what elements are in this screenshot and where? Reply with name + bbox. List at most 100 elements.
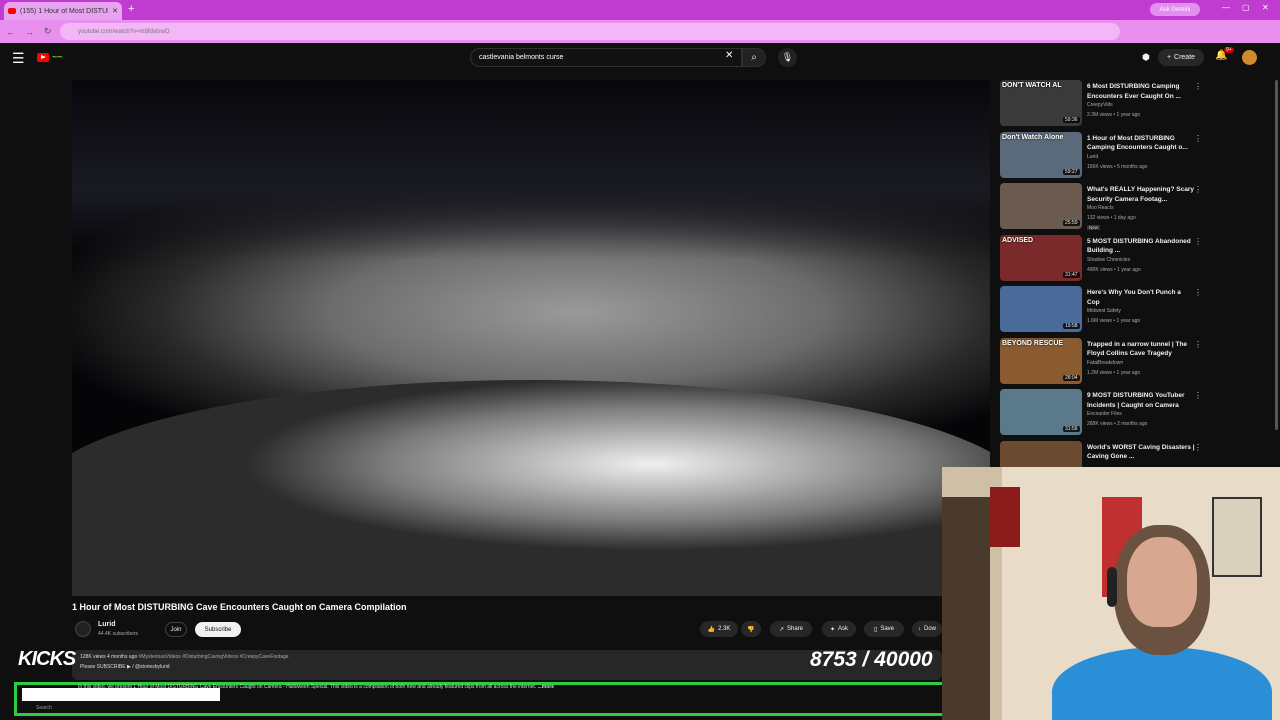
views-date: 128K views 4 months ago (80, 654, 138, 660)
recommendation-item[interactable]: 19:58 Here's Why You Don't Punch a Cop Mid… (998, 286, 1203, 336)
taskbar-search[interactable]: Search (36, 705, 52, 711)
search-button[interactable]: ⌕ (742, 48, 766, 67)
more-options-icon[interactable]: ⋮ (1194, 237, 1202, 246)
video-player[interactable] (72, 80, 990, 596)
recommendation-title[interactable]: Trapped in a narrow tunnel | The Floyd C… (1087, 340, 1195, 359)
recommendation-channel[interactable]: Moo Reacts (1087, 205, 1114, 211)
new-tab-button[interactable]: + (128, 3, 134, 15)
recommendation-channel[interactable]: FatalBreakdown (1087, 360, 1123, 366)
recommendation-item[interactable]: BEYOND RESCUE 28:04 Trapped in a narrow tu… (998, 337, 1203, 388)
recommendation-item[interactable]: 31:56 9 MOST DISTURBING YouTuber Incident… (998, 389, 1203, 439)
webcam-poster (1212, 497, 1262, 577)
like-count: 2.3K (718, 626, 731, 632)
sidebar-scrollbar[interactable] (1275, 80, 1278, 430)
recommendation-meta: 490K views • 1 year ago (1087, 266, 1141, 273)
browser-tab-bar: (155) 1 Hour of Most DISTUR... ✕ + Ask G… (0, 0, 1280, 20)
recommendation-thumbnail[interactable]: 31:56 (1000, 389, 1082, 435)
create-label: Create (1174, 54, 1196, 61)
recommendation-item[interactable]: ADVISED 31:47 5 MOST DISTURBING Abandoned … (998, 234, 1203, 285)
download-button[interactable]: ↓ Dow (912, 621, 942, 637)
close-window-icon[interactable]: ✕ (1262, 3, 1269, 12)
recommendation-item[interactable]: DON'T WATCH AL 59:36 6 Most DISTURBING Cam… (998, 80, 1203, 130)
recommendation-thumbnail[interactable]: ADVISED 31:47 (1000, 234, 1082, 281)
more-options-icon[interactable]: ⋮ (1194, 134, 1202, 143)
url-field[interactable]: youtube.com/watch?v=m8fdvtswO (60, 23, 1120, 40)
ask-gemini-button[interactable]: Ask Gemini (1150, 3, 1200, 16)
duration-badge: 59:36 (1063, 117, 1080, 123)
description-subscribe-line: Please SUBSCRIBE ▶ / @storiesbylurid (80, 664, 170, 670)
more-options-icon[interactable]: ⋮ (1194, 82, 1202, 91)
webcam-poster (990, 487, 1020, 547)
save-button[interactable]: ▯ Save (864, 621, 904, 637)
hashtags[interactable]: #MysteriousVideos #DisturbingCavingVideo… (139, 654, 289, 660)
share-button[interactable]: ↗ Share (770, 621, 812, 637)
more-options-icon[interactable]: ⋮ (1194, 391, 1202, 400)
recommendation-channel[interactable]: Encounter Files (1087, 411, 1122, 417)
recommendation-thumbnail[interactable]: 25:59 (1000, 183, 1082, 229)
duration-badge: 31:47 (1063, 271, 1080, 278)
like-button[interactable]: 👍 2.3K (700, 621, 738, 637)
ask-button[interactable]: ✦ Ask (822, 621, 856, 637)
close-tab-icon[interactable]: ✕ (112, 7, 118, 15)
goal-counter: 8753 / 40000 (810, 648, 933, 671)
youtube-favicon-icon (8, 8, 16, 14)
logo-doodle: ~~ (52, 52, 63, 62)
recommendation-title[interactable]: 9 MOST DISTURBING YouTuber Incidents | C… (1087, 391, 1195, 410)
video-title: 1 Hour of Most DISTURBING Cave Encounter… (72, 602, 407, 612)
youtube-play-icon (37, 52, 49, 62)
recommendation-channel[interactable]: Midwest Safety (1087, 308, 1121, 314)
download-label: Dow (923, 626, 936, 632)
recommendation-title[interactable]: 6 Most DISTURBING Camping Encounters Eve… (1087, 82, 1195, 101)
overlay-white-bar (22, 688, 220, 701)
browser-tab[interactable]: (155) 1 Hour of Most DISTUR... ✕ (4, 2, 122, 20)
bookmark-icon: ▯ (874, 626, 878, 633)
thumbs-down-icon: 👎 (747, 626, 755, 633)
kicks-overlay-logo: KICKS (18, 648, 76, 670)
sparkle-icon: ✦ (829, 626, 835, 633)
more-options-icon[interactable]: ⋮ (1194, 288, 1202, 297)
channel-name[interactable]: Lurid (98, 621, 116, 628)
video-frame-floor (72, 380, 990, 596)
recommendation-item[interactable]: 25:59 What's REALLY Happening? Scary Secu… (998, 183, 1203, 233)
duration-badge: 31:56 (1063, 426, 1080, 432)
forward-icon[interactable]: → (25, 27, 34, 37)
youtube-logo[interactable]: ~~ (37, 52, 63, 62)
back-icon[interactable]: ← (6, 27, 15, 37)
webcam-person-face (1127, 537, 1197, 627)
create-button[interactable]: + Create (1158, 49, 1204, 66)
recommendation-title[interactable]: What's REALLY Happening? Scary Security … (1087, 185, 1195, 204)
account-avatar[interactable] (1242, 50, 1257, 65)
minimize-icon[interactable]: — (1222, 3, 1230, 12)
webcam-person-shirt (1052, 647, 1272, 720)
show-more-link[interactable]: ...more (538, 684, 554, 690)
recommendation-item[interactable]: Don't Watch Alone 59:27 1 Hour of Most DIS… (998, 131, 1203, 182)
recommendation-title[interactable]: World's WORST Caving Disasters | Caving … (1087, 443, 1195, 462)
clear-search-icon[interactable]: ✕ (725, 50, 733, 61)
duration-badge: 28:04 (1063, 374, 1080, 381)
reload-icon[interactable]: ↻ (44, 26, 52, 37)
more-options-icon[interactable]: ⋮ (1194, 185, 1202, 194)
recommendation-thumbnail[interactable]: 19:58 (1000, 286, 1082, 332)
recommendation-channel[interactable]: Lurid (1087, 154, 1098, 160)
voice-search-button[interactable]: 🎙 (778, 48, 797, 67)
more-options-icon[interactable]: ⋮ (1194, 340, 1202, 349)
recommendation-channel[interactable]: Shadow Chronicles (1087, 257, 1130, 263)
more-options-icon[interactable]: ⋮ (1194, 443, 1202, 452)
maximize-icon[interactable]: ▢ (1242, 3, 1250, 12)
recommendation-title[interactable]: 5 MOST DISTURBING Abandoned Building ... (1087, 237, 1195, 256)
plus-icon: + (1166, 54, 1172, 61)
subscribe-button[interactable]: Subscribe (195, 622, 241, 637)
join-button[interactable]: Join (165, 622, 187, 637)
channel-avatar[interactable] (75, 621, 91, 637)
recommendation-thumbnail[interactable]: Don't Watch Alone 59:27 (1000, 131, 1082, 178)
recommendation-title[interactable]: Here's Why You Don't Punch a Cop (1087, 288, 1195, 307)
dislike-button[interactable]: 👎 (741, 621, 761, 637)
recommendation-title[interactable]: 1 Hour of Most DISTURBING Camping Encoun… (1087, 134, 1195, 153)
hamburger-menu-icon[interactable]: ☰ (12, 50, 25, 67)
duration-badge: 19:58 (1063, 323, 1080, 329)
recommendation-thumbnail[interactable]: BEYOND RESCUE 28:04 (1000, 337, 1082, 384)
recommendation-thumbnail[interactable]: DON'T WATCH AL 59:36 (1000, 80, 1082, 126)
cast-icon[interactable]: ⬢ (1142, 52, 1150, 63)
recommendation-channel[interactable]: CreepyVids (1087, 102, 1113, 108)
search-input[interactable]: castlevania belmonts curse (470, 48, 742, 67)
